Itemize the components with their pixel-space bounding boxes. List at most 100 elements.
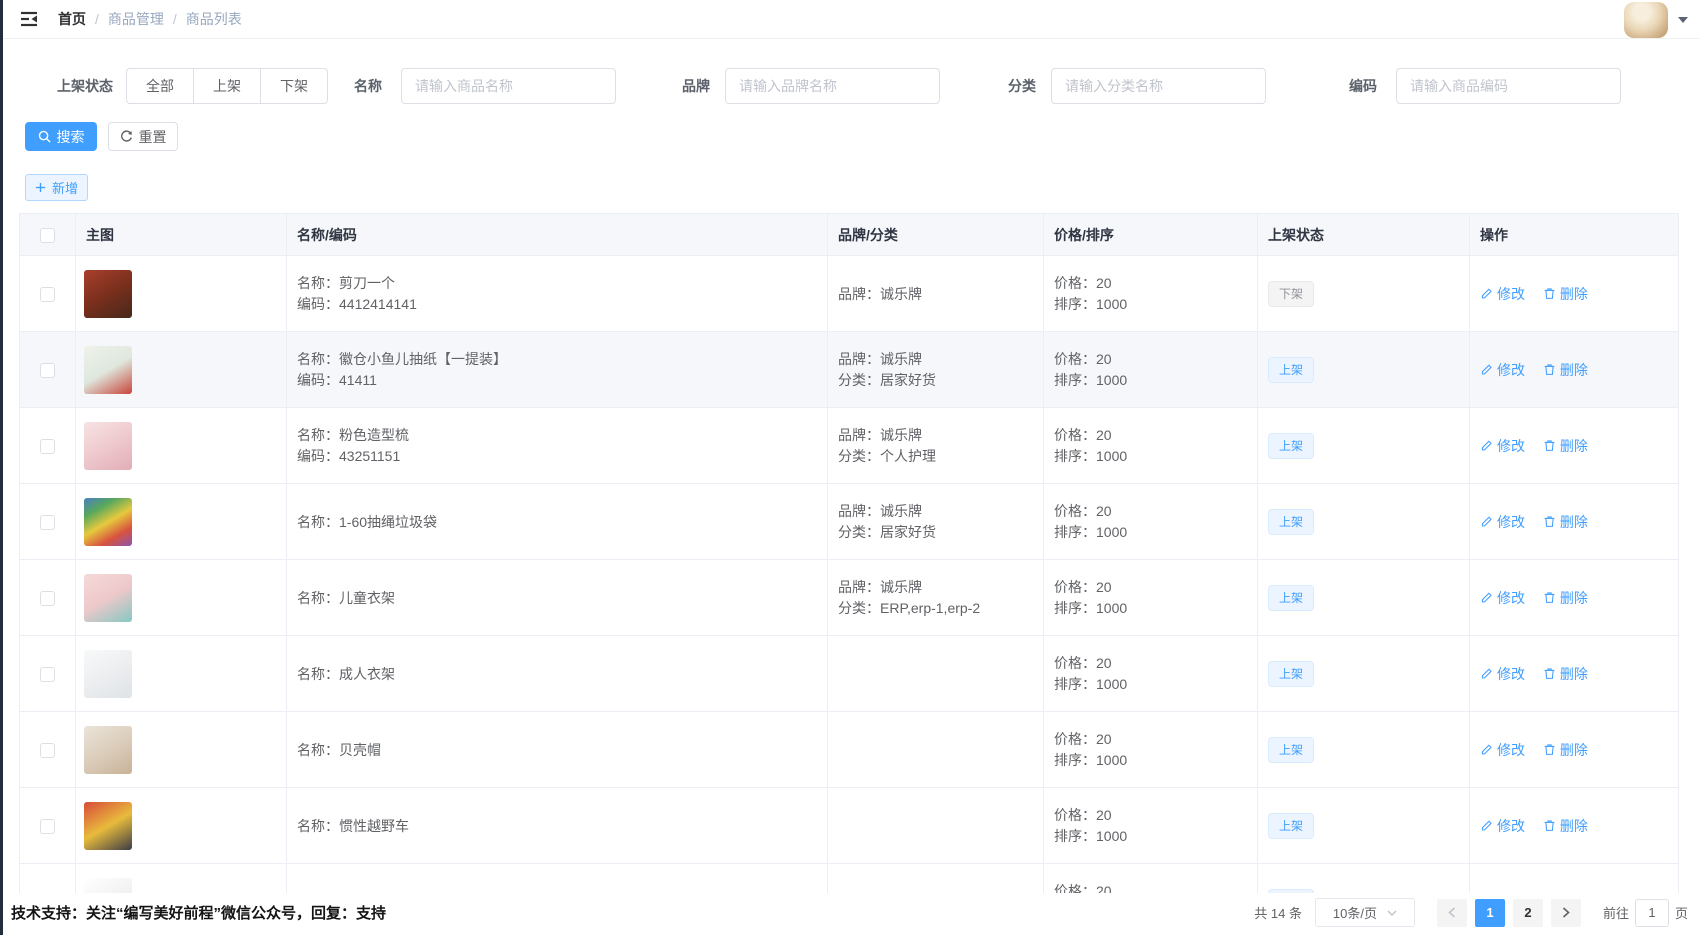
delete-button[interactable]: 删除 <box>1543 664 1588 684</box>
category-filter-input[interactable] <box>1051 68 1266 104</box>
sort-prefix: 排序： <box>1054 828 1096 844</box>
user-menu[interactable] <box>1624 0 1688 39</box>
chevron-left-icon <box>1448 907 1456 918</box>
edit-button[interactable]: 修改 <box>1480 816 1525 836</box>
product-price: 20 <box>1096 579 1112 595</box>
table-row: 名称：成人衣架 编码： 品牌： 分类： 价格：20 排序：1000 上架 <box>20 636 1679 712</box>
search-icon <box>38 130 51 143</box>
column-header-image: 主图 <box>76 214 287 256</box>
status-radio-group: 全部 上架 下架 <box>126 68 328 104</box>
category-prefix: 分类： <box>838 524 880 540</box>
edit-button[interactable]: 修改 <box>1480 360 1525 380</box>
breadcrumb-separator: / <box>95 11 99 27</box>
brand-prefix: 品牌： <box>838 286 880 302</box>
table-row: 名称：1-60抽绳垃圾袋 编码： 品牌：诚乐牌 分类：居家好货 价格：20 排序… <box>20 484 1679 560</box>
edit-icon <box>1480 743 1493 756</box>
page-size-select[interactable]: 10条/页 <box>1315 898 1415 927</box>
delete-button[interactable]: 删除 <box>1543 816 1588 836</box>
total-count: 共 14 条 <box>1254 903 1302 922</box>
status-tag: 上架 <box>1268 509 1314 535</box>
product-sort: 1000 <box>1096 524 1127 540</box>
product-code: 41411 <box>339 372 377 388</box>
delete-button[interactable]: 删除 <box>1543 740 1588 760</box>
row-checkbox[interactable] <box>40 363 55 378</box>
product-name: 粉色造型梳 <box>339 427 409 443</box>
sort-prefix: 排序： <box>1054 448 1096 464</box>
column-header-brand-category: 品牌/分类 <box>828 214 1044 256</box>
edit-button[interactable]: 修改 <box>1480 740 1525 760</box>
status-tag: 上架 <box>1268 737 1314 763</box>
product-image <box>84 346 132 394</box>
breadcrumb-separator: / <box>173 11 177 27</box>
code-filter-input[interactable] <box>1396 68 1621 104</box>
product-price: 20 <box>1096 427 1112 443</box>
name-filter-label: 名称 <box>354 68 382 104</box>
support-text: 技术支持：关注“编写美好前程”微信公众号，回复：支持 <box>11 902 386 923</box>
delete-button[interactable]: 删除 <box>1543 436 1588 456</box>
avatar[interactable] <box>1624 2 1668 38</box>
breadcrumb: 首页 / 商品管理 / 商品列表 <box>58 9 242 29</box>
edit-button[interactable]: 修改 <box>1480 512 1525 532</box>
status-filter-label: 上架状态 <box>57 68 113 104</box>
product-category: ERP,erp-1,erp-2 <box>880 600 980 616</box>
sort-prefix: 排序： <box>1054 600 1096 616</box>
product-price: 20 <box>1096 351 1112 367</box>
price-prefix: 价格： <box>1054 503 1096 519</box>
search-button[interactable]: 搜索 <box>25 122 97 151</box>
edit-button[interactable]: 修改 <box>1480 436 1525 456</box>
table-row: 名称：剪刀一个 编码：4412414141 品牌：诚乐牌 分类： 价格：20 排… <box>20 256 1679 332</box>
category-prefix: 分类： <box>838 448 880 464</box>
product-category: 个人护理 <box>880 448 936 464</box>
name-filter-input[interactable] <box>401 68 616 104</box>
product-image <box>84 422 132 470</box>
status-option-all[interactable]: 全部 <box>126 68 194 104</box>
edit-icon <box>1480 363 1493 376</box>
product-name: 剪刀一个 <box>339 275 395 291</box>
select-all-checkbox[interactable] <box>40 228 55 243</box>
edit-button[interactable]: 修改 <box>1480 664 1525 684</box>
next-page-button[interactable] <box>1551 899 1581 927</box>
row-checkbox[interactable] <box>40 819 55 834</box>
add-product-button[interactable]: 新增 <box>25 174 88 201</box>
goto-page-input[interactable] <box>1635 899 1669 927</box>
delete-button[interactable]: 删除 <box>1543 512 1588 532</box>
code-filter-label: 编码 <box>1349 68 1377 104</box>
footer: 技术支持：关注“编写美好前程”微信公众号，回复：支持 共 14 条 10条/页 … <box>3 893 1700 935</box>
delete-button[interactable]: 删除 <box>1543 588 1588 608</box>
page-button-2[interactable]: 2 <box>1513 899 1543 927</box>
product-price: 20 <box>1096 655 1112 671</box>
sort-prefix: 排序： <box>1054 676 1096 692</box>
delete-button[interactable]: 删除 <box>1543 284 1588 304</box>
delete-button[interactable]: 删除 <box>1543 360 1588 380</box>
product-name: 成人衣架 <box>339 666 395 682</box>
column-header-name-code: 名称/编码 <box>287 214 828 256</box>
brand-filter-input[interactable] <box>725 68 940 104</box>
breadcrumb-parent[interactable]: 商品管理 <box>108 9 164 29</box>
reset-button[interactable]: 重置 <box>108 122 178 151</box>
collapse-sidebar-icon[interactable] <box>18 8 40 30</box>
status-option-on[interactable]: 上架 <box>194 68 261 104</box>
row-checkbox[interactable] <box>40 591 55 606</box>
code-prefix: 编码： <box>297 296 339 312</box>
price-prefix: 价格： <box>1054 427 1096 443</box>
table-row: 名称：惯性越野车 编码： 品牌： 分类： 价格：20 排序：1000 上架 <box>20 788 1679 864</box>
edit-button[interactable]: 修改 <box>1480 284 1525 304</box>
row-checkbox[interactable] <box>40 515 55 530</box>
prev-page-button[interactable] <box>1437 899 1467 927</box>
row-checkbox[interactable] <box>40 743 55 758</box>
table-row: 名称： 编码： 品牌： 分类： 价格：20 排序：1000 上架 <box>20 864 1679 894</box>
row-checkbox[interactable] <box>40 439 55 454</box>
status-option-off[interactable]: 下架 <box>261 68 328 104</box>
product-name: 惯性越野车 <box>339 818 409 834</box>
status-tag: 上架 <box>1268 813 1314 839</box>
edit-button[interactable]: 修改 <box>1480 588 1525 608</box>
product-sort: 1000 <box>1096 600 1127 616</box>
page-button-1[interactable]: 1 <box>1475 899 1505 927</box>
row-checkbox[interactable] <box>40 667 55 682</box>
sort-prefix: 排序： <box>1054 752 1096 768</box>
product-price: 20 <box>1096 731 1112 747</box>
name-prefix: 名称： <box>297 742 339 758</box>
row-checkbox[interactable] <box>40 287 55 302</box>
breadcrumb-home[interactable]: 首页 <box>58 9 86 29</box>
name-prefix: 名称： <box>297 351 339 367</box>
